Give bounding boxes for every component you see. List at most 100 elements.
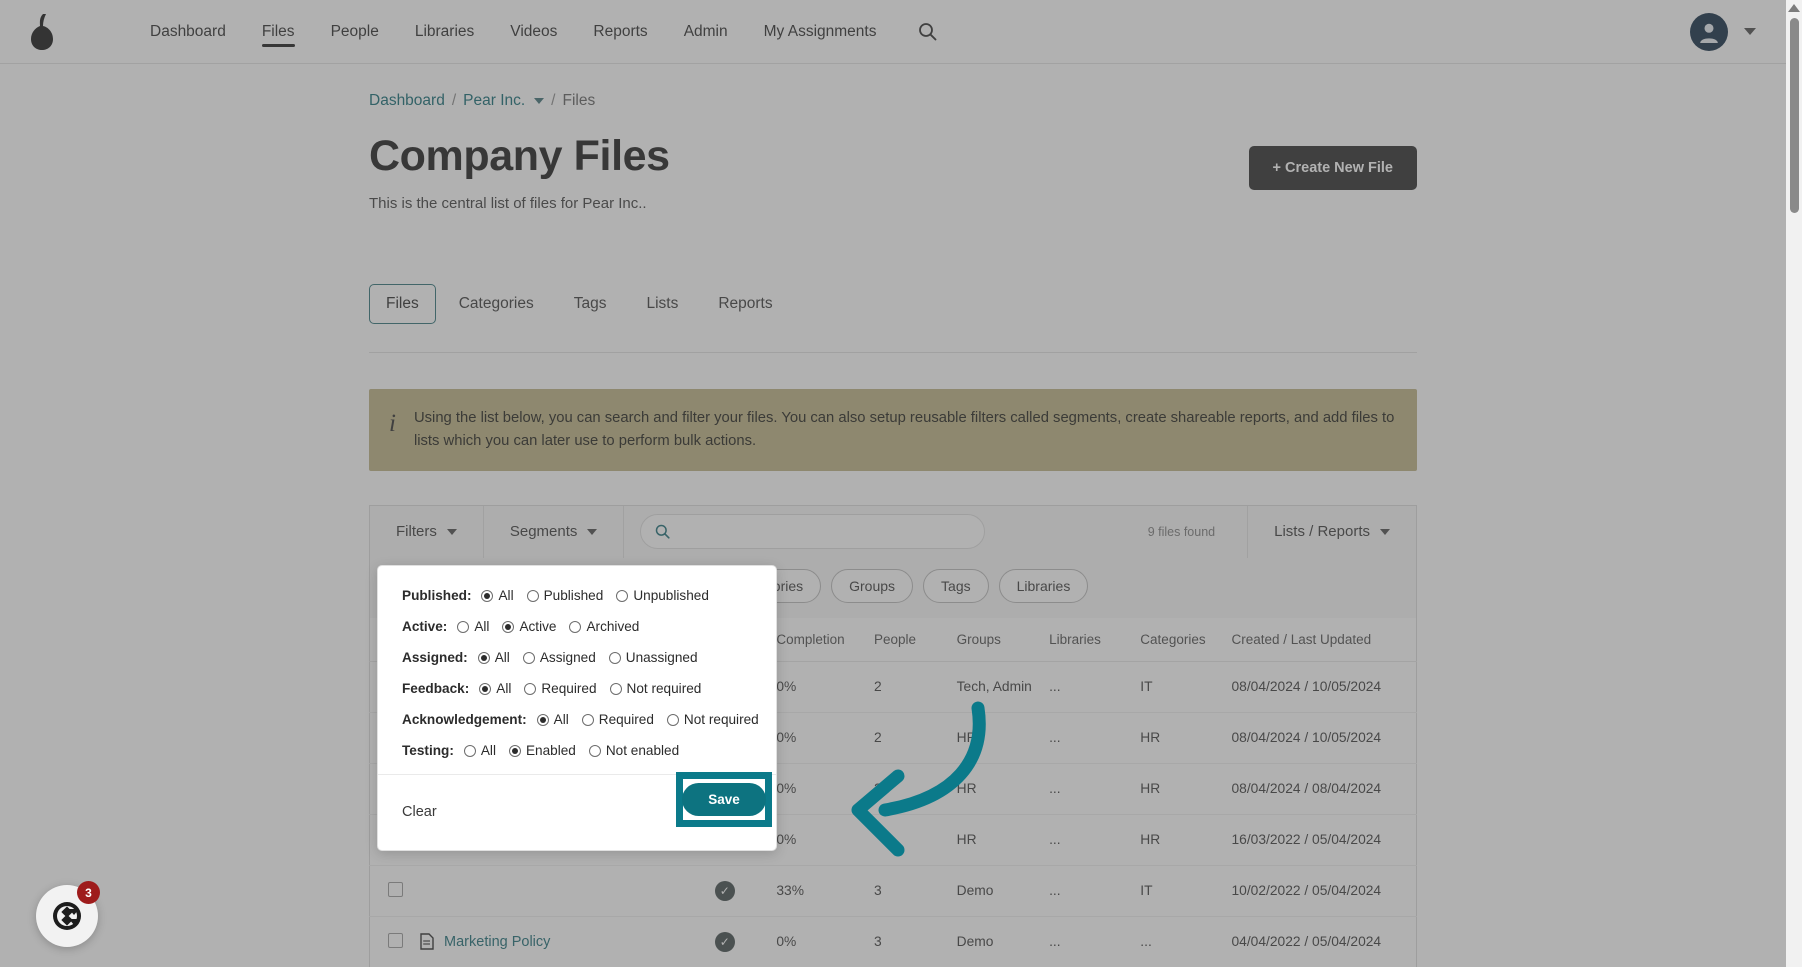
radio-icon[interactable] xyxy=(666,713,679,726)
radio-icon[interactable] xyxy=(608,651,621,664)
nav-item-people[interactable]: People xyxy=(313,0,397,64)
radio-icon[interactable] xyxy=(463,744,476,757)
people-cell: 3 xyxy=(867,916,951,967)
breadcrumb-dashboard[interactable]: Dashboard xyxy=(369,92,445,110)
radio-option-not-required[interactable]: Not required xyxy=(609,681,701,696)
radio-label: Unassigned xyxy=(625,650,698,665)
status-published-icon[interactable]: ✓ xyxy=(714,931,735,952)
tab-files[interactable]: Files xyxy=(369,284,436,324)
create-new-file-button[interactable]: + Create New File xyxy=(1248,146,1417,190)
page-scrollbar[interactable] xyxy=(1786,0,1802,967)
radio-option-all[interactable]: All xyxy=(463,743,496,758)
lists-reports-dropdown[interactable]: Lists / Reports xyxy=(1248,506,1416,558)
nav-label: Reports xyxy=(593,22,648,40)
radio-icon[interactable] xyxy=(569,620,582,633)
radio-icon[interactable] xyxy=(457,620,470,633)
radio-option-not-enabled[interactable]: Not enabled xyxy=(588,743,679,758)
page-subtitle: This is the central list of files for Pe… xyxy=(369,195,647,212)
scrollbar-thumb[interactable] xyxy=(1789,18,1799,213)
user-avatar-icon[interactable] xyxy=(1690,12,1728,51)
radio-option-all[interactable]: All xyxy=(536,712,569,727)
nav-item-reports[interactable]: Reports xyxy=(575,0,665,64)
table-row[interactable]: ✓ 33% 3 Demo... IT 10/02/2022 / 05/04/2024 xyxy=(369,865,1417,917)
radio-icon[interactable] xyxy=(526,589,539,602)
radio-option-archived[interactable]: Archived xyxy=(569,619,639,634)
filters-dropdown[interactable]: Filters xyxy=(370,505,484,558)
categories-cell: HR xyxy=(1134,763,1226,815)
tab-bar: Files Categories Tags Lists Reports xyxy=(369,284,1417,324)
radio-icon[interactable] xyxy=(481,589,494,602)
people-cell: 2 xyxy=(867,712,951,764)
tab-categories[interactable]: Categories xyxy=(442,284,551,324)
radio-option-required[interactable]: Required xyxy=(524,681,597,696)
groups-cell: HR xyxy=(950,814,1044,866)
radio-option-active[interactable]: Active xyxy=(502,619,556,634)
radio-option-all[interactable]: All xyxy=(481,588,514,603)
chip-libraries[interactable]: Libraries xyxy=(998,568,1089,603)
nav-item-videos[interactable]: Videos xyxy=(492,0,575,64)
segments-dropdown[interactable]: Segments xyxy=(484,505,625,558)
nav-item-dashboard[interactable]: Dashboard xyxy=(132,0,244,64)
radio-option-all[interactable]: All xyxy=(457,619,489,634)
tab-tags[interactable]: Tags xyxy=(557,284,624,324)
radio-option-unassigned[interactable]: Unassigned xyxy=(608,650,698,665)
filter-row-feedback: Feedback: All Required Not required xyxy=(402,681,752,696)
row-checkbox[interactable] xyxy=(388,932,403,948)
radio-option-all[interactable]: All xyxy=(479,681,511,696)
libraries-cell: ... xyxy=(1043,865,1135,917)
scroll-up-arrow-icon[interactable] xyxy=(1788,4,1800,12)
completion-cell: 0% xyxy=(770,661,868,713)
radio-option-all[interactable]: All xyxy=(477,650,510,665)
search-box[interactable] xyxy=(640,514,986,550)
info-banner: i Using the list below, you can search a… xyxy=(369,389,1417,471)
nav-item-my-assignments[interactable]: My Assignments xyxy=(746,0,895,64)
radio-icon[interactable] xyxy=(609,682,622,695)
chevron-down-icon[interactable] xyxy=(1744,28,1756,35)
save-filter-button[interactable]: Save xyxy=(682,783,766,816)
radio-icon[interactable] xyxy=(588,744,601,757)
radio-option-published[interactable]: Published xyxy=(526,588,603,603)
radio-option-required[interactable]: Required xyxy=(581,712,654,727)
search-icon[interactable] xyxy=(918,22,937,41)
filter-row-label: Active: xyxy=(402,619,448,634)
chevron-down-icon[interactable] xyxy=(534,98,545,104)
radio-icon[interactable] xyxy=(524,682,537,695)
pear-logo-icon[interactable] xyxy=(22,11,62,53)
clear-filters-link[interactable]: Clear xyxy=(402,804,437,820)
nav-item-files[interactable]: Files xyxy=(244,0,313,64)
chat-unread-badge: 3 xyxy=(77,881,100,904)
chip-groups[interactable]: Groups xyxy=(831,568,914,603)
radio-option-unpublished[interactable]: Unpublished xyxy=(616,588,709,603)
radio-icon[interactable] xyxy=(616,589,629,602)
filter-row-assigned: Assigned: All Assigned Unassigned xyxy=(402,650,752,665)
file-name-link[interactable]: Marketing Policy xyxy=(444,934,550,950)
radio-option-enabled[interactable]: Enabled xyxy=(508,743,576,758)
radio-icon[interactable] xyxy=(536,713,549,726)
chat-widget-icon[interactable]: 3 xyxy=(36,881,100,947)
categories-cell: IT xyxy=(1134,661,1226,713)
libraries-cell: ... xyxy=(1043,916,1135,967)
radio-icon[interactable] xyxy=(477,651,490,664)
radio-icon[interactable] xyxy=(508,744,521,757)
nav-item-admin[interactable]: Admin xyxy=(666,0,746,64)
nav-label: Files xyxy=(261,22,295,40)
nav-item-libraries[interactable]: Libraries xyxy=(397,0,492,64)
radio-icon[interactable] xyxy=(502,620,515,633)
search-input[interactable] xyxy=(679,523,971,540)
row-checkbox[interactable] xyxy=(388,881,403,897)
radio-icon[interactable] xyxy=(479,682,492,695)
radio-option-not-required[interactable]: Not required xyxy=(666,712,759,727)
table-row[interactable]: Marketing Policy ✓ 0% 3 Demo...... 04/04/2022… xyxy=(369,916,1417,967)
groups-cell: HR xyxy=(950,763,1044,815)
radio-icon[interactable] xyxy=(522,651,535,664)
breadcrumb-company[interactable]: Pear Inc. xyxy=(463,92,525,110)
radio-icon[interactable] xyxy=(581,713,594,726)
status-published-icon[interactable]: ✓ xyxy=(714,880,735,901)
chip-tags[interactable]: Tags xyxy=(923,568,989,603)
filter-rows: Published: All Published Unpublished Active:… xyxy=(402,588,759,758)
tab-lists[interactable]: Lists xyxy=(629,284,695,324)
radio-label: Assigned xyxy=(539,650,596,665)
tab-reports[interactable]: Reports xyxy=(701,284,789,324)
radio-option-assigned[interactable]: Assigned xyxy=(522,650,596,665)
groups-cell: Tech, Admin xyxy=(950,661,1044,713)
